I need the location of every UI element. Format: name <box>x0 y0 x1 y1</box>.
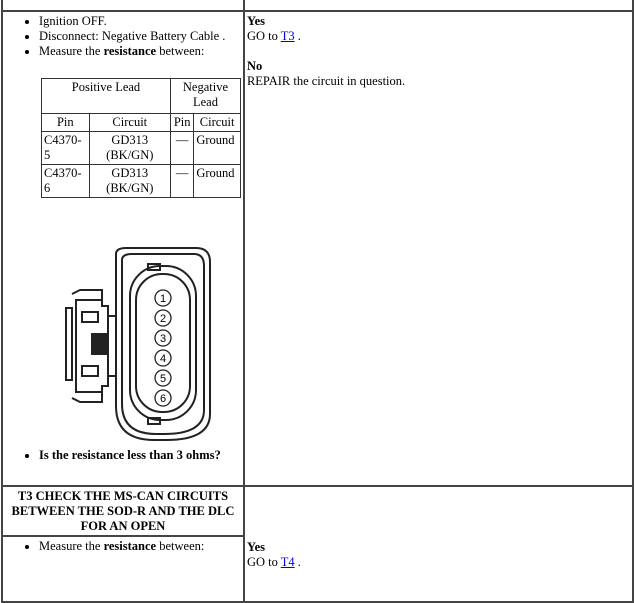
col-pin: Pin <box>41 113 90 132</box>
t3-instruction-list: Measure the resistance between: <box>5 539 241 554</box>
negative-lead-header: Negative Lead <box>170 78 241 114</box>
table-row: C4370-6 GD313 (BK/GN) — Ground <box>41 164 241 198</box>
goto-t4-link[interactable]: T4 <box>281 555 295 569</box>
svg-text:6: 6 <box>160 393 166 405</box>
pin-3: 3 <box>154 329 172 347</box>
table-row: C4370-5 GD313 (BK/GN) — Ground <box>41 131 241 165</box>
t2-instruction-list: Ignition OFF. Disconnect: Negative Batte… <box>5 14 241 59</box>
question-list: Is the resistance less than 3 ohms? <box>5 448 241 463</box>
svg-text:3: 3 <box>160 333 166 345</box>
t2-results-cell: Yes GO to T3 . No REPAIR the circuit in … <box>242 10 634 487</box>
yes-label: Yes <box>246 540 265 554</box>
t3-actions-cell: Measure the resistance between: <box>1 535 245 603</box>
svg-text:1: 1 <box>160 293 166 305</box>
instruction-item: Disconnect: Negative Battery Cable . <box>39 29 241 44</box>
diagnostic-steps-table: Ignition OFF. Disconnect: Negative Batte… <box>1 0 634 603</box>
question-text: Is the resistance less than 3 ohms? <box>39 448 241 463</box>
svg-text:5: 5 <box>160 373 166 385</box>
positive-lead-header: Positive Lead <box>41 78 171 114</box>
instruction-item: Measure the resistance between: <box>39 539 241 554</box>
resistance-table: Positive Lead Negative Lead Pin Circuit … <box>41 78 241 198</box>
svg-text:4: 4 <box>160 353 166 365</box>
no-label: No <box>246 59 263 73</box>
pin-5: 5 <box>154 369 172 387</box>
col-circuit: Circuit <box>193 113 241 132</box>
no-action: REPAIR the circuit in question. <box>246 74 406 88</box>
pin-6: 6 <box>154 389 172 407</box>
t2-actions-cell: Ignition OFF. Disconnect: Negative Batte… <box>1 10 245 487</box>
pin-2: 2 <box>154 309 172 327</box>
instruction-item: Ignition OFF. <box>39 14 241 29</box>
yes-action: GO to T4 . <box>246 555 301 569</box>
step-title: T3 CHECK THE MS-CAN CIRCUITS BETWEEN THE… <box>11 489 235 533</box>
col-circuit: Circuit <box>88 113 172 132</box>
prev-left-cell <box>1 0 245 12</box>
col-pin: Pin <box>169 113 195 132</box>
yes-label: Yes <box>246 14 265 28</box>
yes-action: GO to T3 . <box>246 29 301 43</box>
instruction-item: Measure the resistance between: <box>39 44 241 59</box>
t3-title-cell: T3 CHECK THE MS-CAN CIRCUITS BETWEEN THE… <box>1 485 245 537</box>
goto-t3-link[interactable]: T3 <box>281 29 295 43</box>
connector-c4370-diagram: 1 2 3 4 5 6 <box>65 247 211 441</box>
prev-right-cell <box>242 0 634 12</box>
pin-1: 1 <box>154 289 172 307</box>
t3-results-cell: Yes GO to T4 . <box>242 485 634 603</box>
svg-text:2: 2 <box>160 313 166 325</box>
pin-4: 4 <box>154 349 172 367</box>
